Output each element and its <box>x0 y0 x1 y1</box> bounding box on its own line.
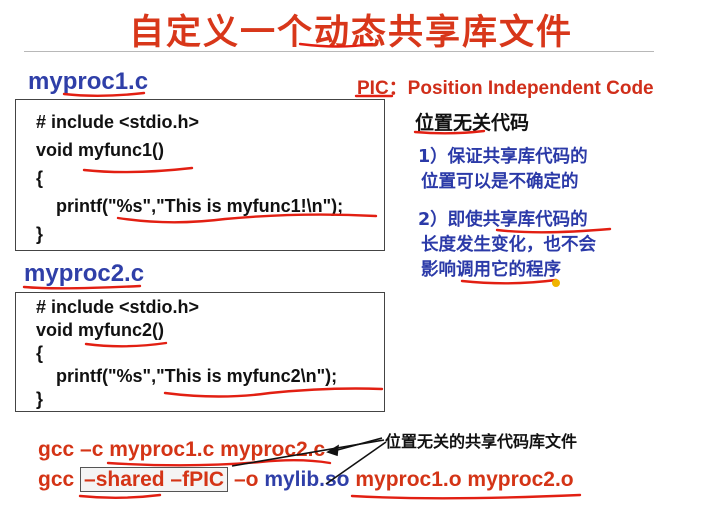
side-point-1-line-2: 位置可以是不确定的 <box>421 172 579 192</box>
pic-definition: PIC：Position Independent Code <box>357 78 654 99</box>
underline-obj <box>350 493 582 500</box>
cmd1-src1: myproc1.c <box>109 438 215 461</box>
cmd2-obj2: myproc2.o <box>467 468 574 491</box>
file1-code-box: # include <stdio.h> void myfunc1() { pri… <box>15 99 385 251</box>
code-line: } <box>36 224 44 244</box>
code-line: # include <stdio.h> <box>36 297 200 317</box>
underline-shared <box>78 493 162 499</box>
cmd1-src2: myproc2.c <box>220 438 326 461</box>
title-divider <box>24 51 654 52</box>
cmd2-lib: mylib.so <box>264 468 350 491</box>
side-point-2-line-2: 长度发生变化，也不会 <box>421 235 596 255</box>
file2-name: myproc2.c <box>24 260 145 287</box>
file1-name: myproc1.c <box>28 68 149 95</box>
compile-command-2: gcc –shared –fPIC –o mylib.so myproc1.o … <box>38 467 574 492</box>
file2-code-box: # include <stdio.h> void myfunc2() { pri… <box>15 292 385 412</box>
code-line: # include <stdio.h> <box>36 112 200 132</box>
cmd2-gcc: gcc <box>38 468 75 491</box>
code-line: { <box>36 343 44 363</box>
annotation-arrow-1 <box>329 437 383 453</box>
shared-library-annotation: 位置无关的共享代码库文件 <box>385 432 578 451</box>
code-line: { <box>36 168 44 188</box>
side-point-2-line-3: 影响调用它的程序 <box>421 260 561 280</box>
cmd1-flag: –c <box>80 438 104 461</box>
cmd2-fpic: –fPIC <box>170 468 225 491</box>
cmd2-o: –o <box>233 468 259 491</box>
cmd2-shared: –shared <box>84 468 165 491</box>
code-line: void myfunc2() <box>36 320 165 340</box>
side-point-2-line-1: 2）即使共享库代码的 <box>418 210 588 230</box>
compile-command-1: gcc –c myproc1.c myproc2.c <box>38 438 325 462</box>
cmd2-obj1: myproc1.o <box>355 468 462 491</box>
slide-title: 自定义一个动态共享库文件 <box>128 13 573 53</box>
side-heading: 位置无关代码 <box>415 112 530 134</box>
code-line: } <box>36 389 44 409</box>
code-line: printf("%s","This is myfunc1!\n"); <box>36 196 344 216</box>
cmd2-shared-fpic-box: –shared –fPIC <box>80 467 229 492</box>
side-point-1-line-1: 1）保证共享库代码的 <box>418 147 588 167</box>
code-line: printf("%s","This is myfunc2\n"); <box>36 366 338 386</box>
code-line: void myfunc1() <box>36 140 165 160</box>
cmd1-gcc: gcc <box>38 438 75 461</box>
